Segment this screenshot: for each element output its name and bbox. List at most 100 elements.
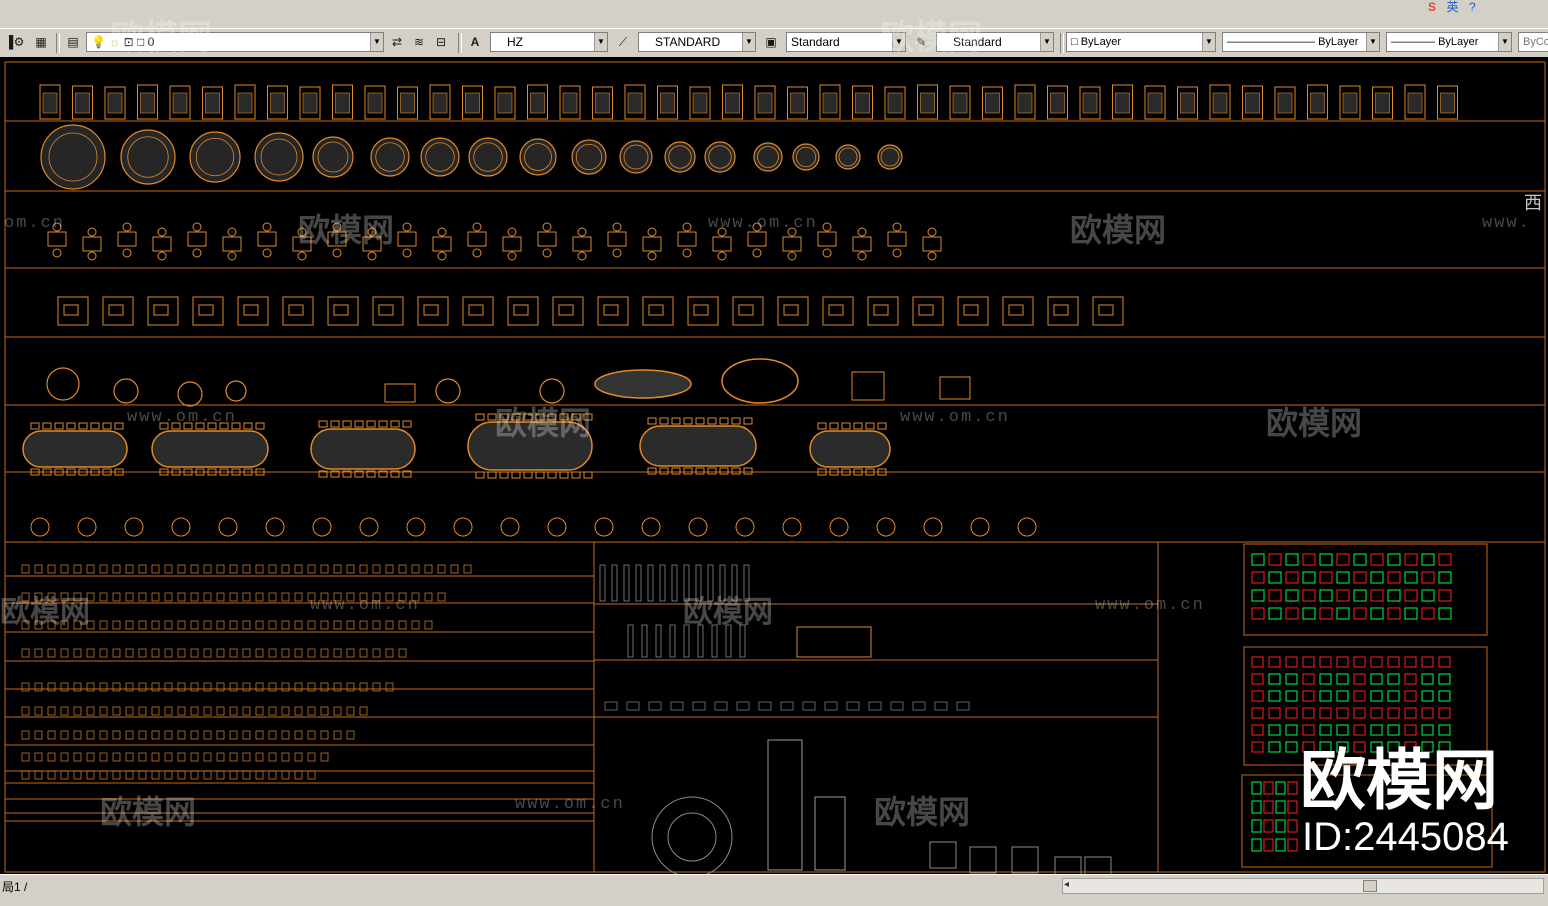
dim-style-icon[interactable]: ⟋ — [614, 33, 632, 51]
preview-symbol — [1353, 707, 1366, 719]
furniture-symbol — [190, 564, 199, 574]
furniture-symbol — [437, 564, 446, 574]
help-icon[interactable]: ? — [1469, 0, 1476, 14]
furniture-symbol — [60, 648, 69, 658]
layers-styles-toolbar: ▐ ⚙ ▦ ▤ 💡 ☼ ⊡ □ 0 ▼ ⇄ ≋ ⊟ A HZ ▼ ⟋ STAND… — [0, 28, 1548, 58]
layer-previous-icon[interactable]: ⇄ — [388, 33, 406, 51]
ornament-symbol — [1054, 856, 1082, 884]
furniture-symbol — [229, 706, 238, 716]
color-dropdown[interactable]: □ ByLayer ▼ — [1066, 32, 1216, 52]
chevron-down-icon[interactable]: ▼ — [742, 33, 755, 51]
chevron-down-icon[interactable]: ▼ — [594, 33, 607, 51]
table-symbol — [171, 517, 191, 537]
furniture-symbol — [125, 682, 134, 692]
table-symbol — [406, 517, 426, 537]
furniture-symbol — [1342, 92, 1358, 114]
desk-symbol — [822, 296, 854, 326]
column-symbol — [641, 624, 648, 658]
furniture-symbol — [177, 706, 186, 716]
furniture-symbol — [270, 92, 285, 114]
furniture-symbol — [203, 648, 212, 658]
layer-states-icon[interactable]: ▦ — [32, 33, 50, 51]
furniture-symbol — [294, 682, 303, 692]
preview-symbol — [1404, 724, 1417, 736]
furniture-symbol — [203, 564, 212, 574]
preview-symbol — [1421, 724, 1434, 736]
furniture-symbol — [138, 770, 147, 780]
chevron-down-icon[interactable]: ▼ — [370, 33, 383, 51]
chair-symbol — [577, 227, 587, 237]
chair-symbol — [612, 248, 622, 258]
furniture-symbol — [307, 706, 316, 716]
preview-symbol — [1285, 589, 1299, 602]
plotstyle-dropdown[interactable]: ByCo — [1518, 32, 1548, 52]
desk-symbol — [1002, 296, 1034, 326]
furniture-symbol — [887, 92, 903, 114]
chair-symbol — [507, 227, 517, 237]
round-table-symbol — [120, 129, 176, 185]
layout-tab[interactable]: 局1 / — [2, 878, 27, 895]
color-swatch-icon: □ — [1071, 36, 1078, 48]
chevron-down-icon[interactable]: ▼ — [1202, 33, 1215, 51]
furniture-symbol — [190, 706, 199, 716]
furniture-symbol — [281, 648, 290, 658]
furniture-symbol — [398, 620, 407, 630]
table-symbol — [970, 517, 990, 537]
furniture-symbol — [790, 92, 805, 114]
horizontal-scrollbar[interactable]: ◂ — [1062, 878, 1544, 894]
desk-symbol — [783, 304, 799, 316]
chair-symbol — [122, 248, 132, 258]
furniture-symbol — [75, 92, 90, 114]
toolbar-separator — [1060, 33, 1064, 53]
chair-symbol — [571, 471, 581, 479]
chair-symbol — [90, 422, 100, 430]
scroll-left-icon[interactable]: ◂ — [1064, 879, 1069, 890]
layer-walk-icon[interactable]: ≋ — [410, 33, 428, 51]
text-style-dropdown[interactable]: HZ ▼ — [490, 32, 608, 52]
dim-style-dropdown[interactable]: STANDARD ▼ — [638, 32, 756, 52]
desk-symbol — [918, 304, 934, 316]
chevron-down-icon[interactable]: ▼ — [1366, 33, 1379, 51]
furniture-symbol — [125, 730, 134, 740]
preview-symbol — [1268, 589, 1282, 602]
furniture-symbol — [151, 770, 160, 780]
chair-symbol — [547, 471, 557, 479]
chevron-down-icon[interactable]: ▼ — [1498, 33, 1511, 51]
ime-logo-icon[interactable]: S — [1428, 0, 1436, 14]
preview-symbol — [1336, 690, 1349, 702]
preview-symbol — [1370, 607, 1384, 620]
preview-symbol — [1268, 553, 1282, 566]
furniture-symbol — [125, 752, 134, 762]
chair-symbol — [841, 422, 851, 430]
table-symbol — [735, 517, 755, 537]
layer-isolate-icon[interactable]: ⊟ — [432, 33, 450, 51]
ornament-symbol — [692, 701, 706, 711]
furniture-symbol — [112, 620, 121, 630]
make-current-layer-icon[interactable]: ▤ — [64, 33, 82, 51]
ornament-symbol — [802, 701, 816, 711]
layer-manager-icon[interactable]: ⚙ — [10, 33, 28, 51]
preview-symbol — [1404, 607, 1418, 620]
furniture-symbol — [302, 92, 318, 114]
furniture-symbol — [281, 564, 290, 574]
furniture-symbol — [367, 92, 383, 114]
furniture-symbol — [60, 730, 69, 740]
linetype-dropdown[interactable]: ———————— ByLayer ▼ — [1222, 32, 1380, 52]
text-style-icon[interactable]: A — [466, 33, 484, 51]
chair-symbol — [682, 222, 692, 232]
desk-symbol — [108, 304, 124, 316]
table-symbol — [829, 517, 849, 537]
table-symbol — [46, 367, 80, 401]
ime-language-label[interactable]: 英 — [1446, 0, 1458, 15]
table-style-icon[interactable]: ▣ — [762, 33, 780, 51]
furniture-symbol — [359, 620, 368, 630]
lineweight-dropdown[interactable]: ———— ByLayer ▼ — [1386, 32, 1512, 52]
chair-symbol — [542, 222, 552, 232]
furniture-symbol — [190, 770, 199, 780]
ornament-symbol — [1011, 846, 1039, 874]
chair-symbol — [330, 420, 340, 428]
furniture-symbol — [138, 564, 147, 574]
scroll-thumb[interactable] — [1363, 880, 1377, 892]
chevron-down-icon[interactable]: ▼ — [1040, 33, 1053, 51]
preview-symbol — [1421, 690, 1434, 702]
